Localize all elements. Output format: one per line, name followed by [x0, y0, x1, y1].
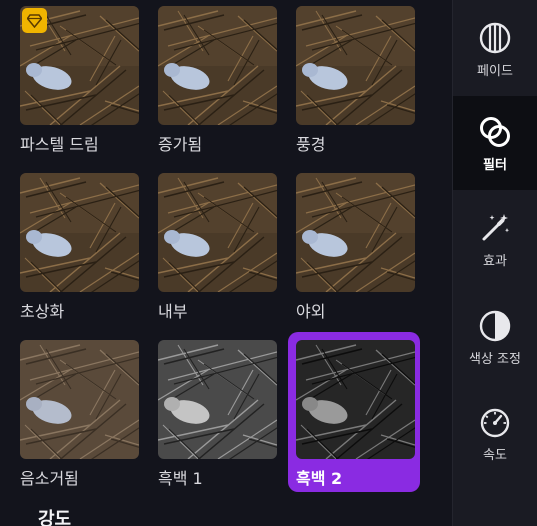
filter-label: 초상화 [20, 302, 65, 321]
filter-tile-outdoor[interactable]: 야외 [294, 171, 422, 331]
magic-wand-icon [482, 214, 509, 241]
filter-tile-portrait[interactable]: 초상화 [18, 171, 146, 331]
sidebar-item-color-adjust[interactable]: 색상 조정 [453, 290, 537, 384]
sidebar-item-label: 페이드 [477, 64, 513, 79]
filter-thumbnail [296, 340, 415, 459]
filter-thumbnail [20, 173, 139, 292]
filter-tile-bw-2[interactable]: 흑백 2 [288, 332, 422, 498]
filter-thumbnail [158, 6, 277, 125]
filter-label: 내부 [158, 302, 188, 321]
sidebar-item-label: 필터 [483, 158, 507, 173]
filter-label: 흑백 2 [296, 469, 343, 488]
filter-tile-enhanced[interactable]: 증가됨 [156, 4, 284, 164]
filter-label: 풍경 [296, 135, 326, 154]
filter-thumbnail [20, 340, 139, 459]
filter-grid: 파스텔 드림 증가됨 풍경 초상화 내부 야외 음소거됨 흑백 1 흑백 2 강… [0, 0, 452, 526]
intensity-heading: 강도 [38, 509, 72, 526]
premium-diamond-icon [22, 8, 47, 33]
sidebar-item-label: 속도 [483, 448, 507, 463]
sidebar-item-speed[interactable]: 속도 [453, 386, 537, 480]
filter-thumbnail [296, 6, 415, 125]
filter-thumbnail [158, 340, 277, 459]
filter-tile-indoor[interactable]: 내부 [156, 171, 284, 331]
sidebar-item-filter[interactable]: 필터 [453, 96, 537, 190]
filter-thumbnail [158, 173, 277, 292]
sidebar-item-label: 색상 조정 [469, 352, 521, 367]
filter-icon [480, 117, 510, 147]
filter-label: 음소거됨 [20, 469, 79, 488]
tool-sidebar: 페이드 필터 효과 색상 조정 속도 [452, 0, 537, 526]
sidebar-item-fade[interactable]: 페이드 [453, 2, 537, 96]
sidebar-item-effects[interactable]: 효과 [453, 192, 537, 286]
filter-panel: 파스텔 드림 증가됨 풍경 초상화 내부 야외 음소거됨 흑백 1 흑백 2 강… [0, 0, 537, 526]
filter-label: 야외 [296, 302, 326, 321]
filter-tile-muted[interactable]: 음소거됨 [18, 338, 146, 498]
filter-thumbnail [296, 173, 415, 292]
fade-icon [479, 22, 511, 54]
speedometer-icon [480, 408, 510, 438]
filter-label: 파스텔 드림 [20, 135, 99, 154]
sidebar-item-label: 효과 [483, 254, 507, 269]
color-adjust-icon [479, 310, 511, 342]
filter-tile-landscape[interactable]: 풍경 [294, 4, 422, 164]
filter-tile-pastel-dream[interactable]: 파스텔 드림 [18, 4, 146, 164]
filter-tile-bw-1[interactable]: 흑백 1 [156, 338, 284, 498]
filter-label: 증가됨 [158, 135, 203, 154]
filter-label: 흑백 1 [158, 469, 203, 488]
